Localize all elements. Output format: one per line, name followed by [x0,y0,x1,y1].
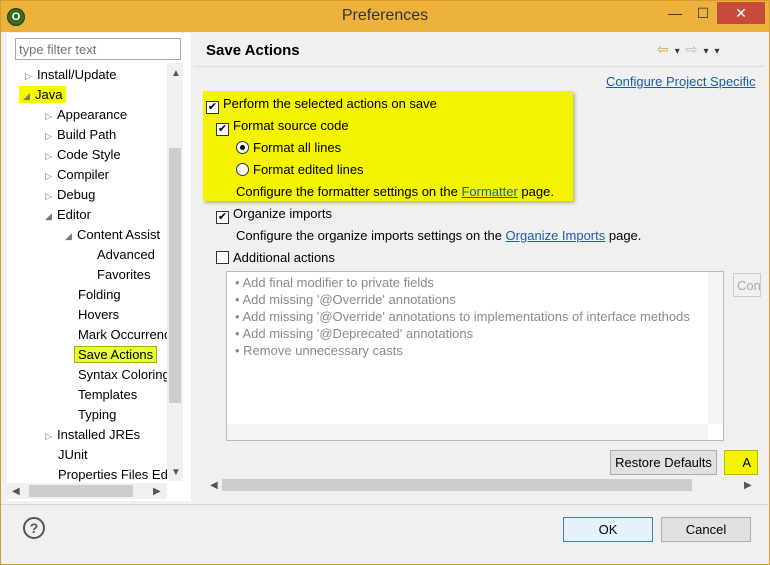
ok-button[interactable]: OK [563,517,653,542]
tree-item-folding[interactable]: Folding [78,285,121,305]
tree-item-build-path[interactable]: ▷ Build Path [45,125,116,145]
list-item[interactable]: • Add missing '@Deprecated' annotations [235,326,473,341]
expand-icon[interactable]: ▷ [45,146,57,166]
tree-horizontal-scroll-thumb[interactable] [29,485,133,497]
preference-tree: ▷ Install/Update ◢ Java ▷ Appearance ▷ Build… [7,63,167,483]
tree-item-java[interactable]: ◢ Java [19,85,67,106]
formatter-link[interactable]: Formatter [461,184,517,199]
back-menu-icon[interactable]: ▾ [675,46,680,57]
scroll-left-icon[interactable]: ◀ [210,480,218,491]
expand-icon[interactable]: ▷ [25,66,37,86]
tree-item-installed-jres[interactable]: ▷ Installed JREs [45,425,140,445]
collapse-icon[interactable]: ◢ [65,226,77,246]
checkbox-checked-icon: ✔ [216,123,229,136]
scroll-left-icon[interactable]: ◀ [12,486,20,497]
page-horizontal-scroll-thumb[interactable] [222,479,692,491]
tree-item-favorites[interactable]: Favorites [97,265,150,285]
tree-item-editor[interactable]: ◢ Editor [45,205,91,225]
tree-item-appearance[interactable]: ▷ Appearance [45,105,127,125]
list-item[interactable]: • Remove unnecessary casts [235,343,403,358]
footer-divider [1,504,769,505]
apply-button[interactable]: A [724,450,758,475]
tree-item-save-actions[interactable]: Save Actions [74,345,158,365]
list-vertical-scrollbar[interactable] [708,272,723,424]
tree-item-debug[interactable]: ▷ Debug [45,185,95,205]
filter-input[interactable] [15,38,181,60]
minimize-button[interactable]: — [661,2,689,24]
tree-item-compiler[interactable]: ▷ Compiler [45,165,109,185]
additional-actions-checkbox[interactable]: Additional actions [216,250,335,265]
tree-item-code-style[interactable]: ▷ Code Style [45,145,121,165]
cancel-button[interactable]: Cancel [661,517,751,542]
expand-icon[interactable]: ▷ [45,126,57,146]
expand-icon[interactable]: ▷ [45,106,57,126]
format-edited-lines-radio[interactable]: Format edited lines [236,162,364,177]
maximize-button[interactable]: ☐ [689,2,717,24]
expand-icon[interactable]: ▷ [45,426,57,446]
collapse-icon[interactable]: ◢ [45,206,57,226]
tree-item-properties-files-editor[interactable]: Properties Files Editor [58,465,167,483]
formatter-settings-text: Configure the formatter settings on the … [236,184,554,199]
checkbox-checked-icon: ✔ [206,101,219,114]
forward-menu-icon[interactable]: ▾ [704,46,709,57]
checkbox-unchecked-icon [216,251,229,264]
page-title: Save Actions [206,42,300,59]
tree-item-hovers[interactable]: Hovers [78,305,119,325]
tree-item-install-update[interactable]: ▷ Install/Update [25,65,117,85]
back-icon[interactable]: ⇦ [657,41,669,57]
list-item[interactable]: • Add missing '@Override' annotations [235,292,456,307]
organize-imports-checkbox[interactable]: ✔ Organize imports [216,206,332,224]
title-bar: O Preferences — ☐ ✕ [1,1,769,32]
perform-actions-checkbox[interactable]: ✔ Perform the selected actions on save [206,96,437,114]
list-horizontal-scrollbar[interactable] [227,424,708,440]
preferences-window: O Preferences — ☐ ✕ ▷Install/Update ◢Jav… [0,0,770,565]
configure-actions-button[interactable]: Con [733,273,761,297]
page-navigation: ⇦ ▾ ⇨ ▾ ▾ [657,41,726,58]
restore-defaults-button[interactable]: Restore Defaults [610,450,717,475]
scroll-right-icon[interactable]: ▶ [744,480,752,491]
radio-selected-icon [236,141,249,154]
organize-imports-link[interactable]: Organize Imports [506,228,606,243]
tree-item-content-assist[interactable]: ◢ Content Assist [65,225,160,245]
forward-icon[interactable]: ⇨ [686,41,698,57]
checkbox-checked-icon: ✔ [216,211,229,224]
format-source-checkbox[interactable]: ✔ Format source code [216,118,349,136]
format-all-lines-radio[interactable]: Format all lines [236,140,341,155]
configure-project-specific-link[interactable]: Configure Project Specific [606,74,756,89]
additional-actions-list[interactable]: • Add final modifier to private fields •… [226,271,724,441]
list-item[interactable]: • Add final modifier to private fields [235,275,434,290]
tree-item-typing[interactable]: Typing [78,405,116,425]
expand-icon[interactable]: ▷ [45,186,57,206]
window-title: Preferences [341,7,429,24]
help-icon[interactable]: ? [23,517,45,539]
organize-imports-text: Configure the organize imports settings … [236,228,642,243]
collapse-icon[interactable]: ◢ [23,86,35,106]
tree-item-junit[interactable]: JUnit [58,445,88,465]
tree-item-mark-occurrences[interactable]: Mark Occurrences [78,325,167,345]
list-item[interactable]: • Add missing '@Override' annotations to… [235,309,690,324]
save-actions-page: Save Actions ⇦ ▾ ⇨ ▾ ▾ Configure Project Spe… [194,33,764,501]
tree-item-syntax-coloring[interactable]: Syntax Coloring [78,365,167,385]
view-menu-icon[interactable]: ▾ [715,46,720,57]
tree-item-advanced[interactable]: Advanced [97,245,155,265]
preference-tree-panel: ▷Install/Update ◢Java ▷Appearance ▷Build… [7,33,191,501]
tree-vertical-scroll-thumb[interactable] [169,148,181,403]
close-button[interactable]: ✕ [717,2,765,24]
expand-icon[interactable]: ▷ [45,166,57,186]
tree-item-templates[interactable]: Templates [78,385,137,405]
scroll-down-icon[interactable]: ▼ [171,467,181,478]
radio-unselected-icon [236,163,249,176]
scroll-up-icon[interactable]: ▲ [171,68,181,79]
header-divider [194,66,764,67]
scroll-right-icon[interactable]: ▶ [153,486,161,497]
